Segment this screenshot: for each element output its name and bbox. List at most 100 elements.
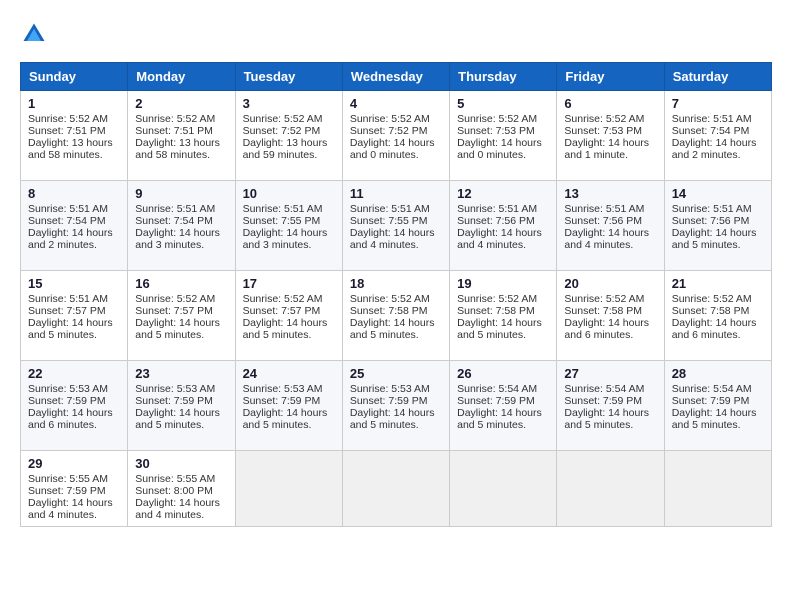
calendar-cell: 11Sunrise: 5:51 AMSunset: 7:55 PMDayligh… [342, 181, 449, 271]
cell-info-line: Daylight: 14 hours [457, 407, 549, 419]
cell-info-line: Sunset: 7:59 PM [350, 395, 442, 407]
cell-info-line: and 0 minutes. [457, 149, 549, 161]
cell-info-line: Daylight: 13 hours [28, 137, 120, 149]
cell-info-line: Sunset: 7:57 PM [135, 305, 227, 317]
calendar-week-2: 8Sunrise: 5:51 AMSunset: 7:54 PMDaylight… [21, 181, 772, 271]
cell-info-line: Daylight: 13 hours [243, 137, 335, 149]
cell-info-line: Sunset: 7:58 PM [672, 305, 764, 317]
calendar-cell [342, 451, 449, 527]
cell-info-line: Sunset: 7:58 PM [350, 305, 442, 317]
cell-info-line: and 5 minutes. [243, 329, 335, 341]
cell-info-line: Sunset: 7:56 PM [564, 215, 656, 227]
weekday-header-row: SundayMondayTuesdayWednesdayThursdayFrid… [21, 63, 772, 91]
cell-info-line: Sunset: 7:55 PM [243, 215, 335, 227]
cell-info-line: Sunrise: 5:55 AM [28, 473, 120, 485]
calendar-cell: 24Sunrise: 5:53 AMSunset: 7:59 PMDayligh… [235, 361, 342, 451]
cell-info-line: Daylight: 14 hours [564, 407, 656, 419]
calendar-cell: 8Sunrise: 5:51 AMSunset: 7:54 PMDaylight… [21, 181, 128, 271]
cell-info-line: Sunrise: 5:51 AM [28, 203, 120, 215]
day-number: 13 [564, 186, 656, 201]
calendar-cell: 26Sunrise: 5:54 AMSunset: 7:59 PMDayligh… [450, 361, 557, 451]
cell-info-line: and 5 minutes. [457, 329, 549, 341]
day-number: 9 [135, 186, 227, 201]
weekday-header-monday: Monday [128, 63, 235, 91]
logo [20, 20, 52, 48]
day-number: 24 [243, 366, 335, 381]
cell-info-line: Sunrise: 5:51 AM [350, 203, 442, 215]
day-number: 20 [564, 276, 656, 291]
calendar-cell: 2Sunrise: 5:52 AMSunset: 7:51 PMDaylight… [128, 91, 235, 181]
calendar-cell [450, 451, 557, 527]
cell-info-line: and 59 minutes. [243, 149, 335, 161]
cell-info-line: Daylight: 14 hours [350, 137, 442, 149]
cell-info-line: Daylight: 14 hours [135, 497, 227, 509]
cell-info-line: Sunrise: 5:51 AM [135, 203, 227, 215]
calendar-cell: 30Sunrise: 5:55 AMSunset: 8:00 PMDayligh… [128, 451, 235, 527]
cell-info-line: Daylight: 14 hours [564, 317, 656, 329]
day-number: 2 [135, 96, 227, 111]
cell-info-line: Sunset: 7:59 PM [672, 395, 764, 407]
cell-info-line: Daylight: 14 hours [135, 227, 227, 239]
cell-info-line: Sunset: 8:00 PM [135, 485, 227, 497]
cell-info-line: Sunset: 7:54 PM [135, 215, 227, 227]
cell-info-line: Sunset: 7:52 PM [350, 125, 442, 137]
cell-info-line: Sunset: 7:57 PM [243, 305, 335, 317]
cell-info-line: Daylight: 14 hours [243, 227, 335, 239]
calendar-week-5: 29Sunrise: 5:55 AMSunset: 7:59 PMDayligh… [21, 451, 772, 527]
cell-info-line: Sunset: 7:59 PM [457, 395, 549, 407]
cell-info-line: Daylight: 14 hours [135, 317, 227, 329]
cell-info-line: Sunrise: 5:51 AM [672, 203, 764, 215]
cell-info-line: Sunrise: 5:52 AM [350, 293, 442, 305]
cell-info-line: Sunrise: 5:51 AM [457, 203, 549, 215]
cell-info-line: Daylight: 14 hours [457, 137, 549, 149]
day-number: 10 [243, 186, 335, 201]
day-number: 23 [135, 366, 227, 381]
cell-info-line: Sunset: 7:53 PM [457, 125, 549, 137]
cell-info-line: and 4 minutes. [135, 509, 227, 521]
cell-info-line: Sunrise: 5:53 AM [135, 383, 227, 395]
cell-info-line: Sunset: 7:51 PM [28, 125, 120, 137]
cell-info-line: Sunrise: 5:52 AM [457, 293, 549, 305]
calendar-cell [557, 451, 664, 527]
calendar-cell: 18Sunrise: 5:52 AMSunset: 7:58 PMDayligh… [342, 271, 449, 361]
cell-info-line: Daylight: 14 hours [564, 227, 656, 239]
cell-info-line: Daylight: 14 hours [564, 137, 656, 149]
day-number: 17 [243, 276, 335, 291]
cell-info-line: and 4 minutes. [457, 239, 549, 251]
cell-info-line: Sunset: 7:59 PM [243, 395, 335, 407]
day-number: 5 [457, 96, 549, 111]
cell-info-line: Daylight: 14 hours [243, 407, 335, 419]
calendar-cell: 9 Sunrise: 5:51 AMSunset: 7:54 PMDaylight… [128, 181, 235, 271]
cell-info-line: Daylight: 14 hours [457, 317, 549, 329]
cell-info-line: Daylight: 14 hours [350, 317, 442, 329]
day-number: 16 [135, 276, 227, 291]
calendar-cell: 23Sunrise: 5:53 AMSunset: 7:59 PMDayligh… [128, 361, 235, 451]
cell-info-line: and 4 minutes. [28, 509, 120, 521]
cell-info-line: Daylight: 14 hours [28, 407, 120, 419]
cell-info-line: Sunrise: 5:54 AM [672, 383, 764, 395]
cell-info-line: and 5 minutes. [672, 419, 764, 431]
cell-info-line: and 5 minutes. [457, 419, 549, 431]
cell-info-line: Sunset: 7:59 PM [28, 395, 120, 407]
cell-info-line: Daylight: 14 hours [243, 317, 335, 329]
calendar-table: SundayMondayTuesdayWednesdayThursdayFrid… [20, 62, 772, 527]
cell-info-line: Sunrise: 5:52 AM [350, 113, 442, 125]
cell-info-line: and 5 minutes. [672, 239, 764, 251]
logo-icon [20, 20, 48, 48]
cell-info-line: and 5 minutes. [350, 329, 442, 341]
calendar-cell: 7Sunrise: 5:51 AMSunset: 7:54 PMDaylight… [664, 91, 771, 181]
cell-info-line: and 2 minutes. [28, 239, 120, 251]
cell-info-line: Sunrise: 5:51 AM [28, 293, 120, 305]
calendar-week-1: 1Sunrise: 5:52 AMSunset: 7:51 PMDaylight… [21, 91, 772, 181]
day-number: 25 [350, 366, 442, 381]
cell-info-line: and 6 minutes. [672, 329, 764, 341]
cell-info-line: and 1 minute. [564, 149, 656, 161]
cell-info-line: and 3 minutes. [243, 239, 335, 251]
cell-info-line: Sunset: 7:52 PM [243, 125, 335, 137]
calendar-cell: 20Sunrise: 5:52 AMSunset: 7:58 PMDayligh… [557, 271, 664, 361]
cell-info-line: and 5 minutes. [564, 419, 656, 431]
calendar-cell: 1Sunrise: 5:52 AMSunset: 7:51 PMDaylight… [21, 91, 128, 181]
cell-info-line: and 4 minutes. [564, 239, 656, 251]
day-number: 1 [28, 96, 120, 111]
cell-info-line: Daylight: 14 hours [457, 227, 549, 239]
